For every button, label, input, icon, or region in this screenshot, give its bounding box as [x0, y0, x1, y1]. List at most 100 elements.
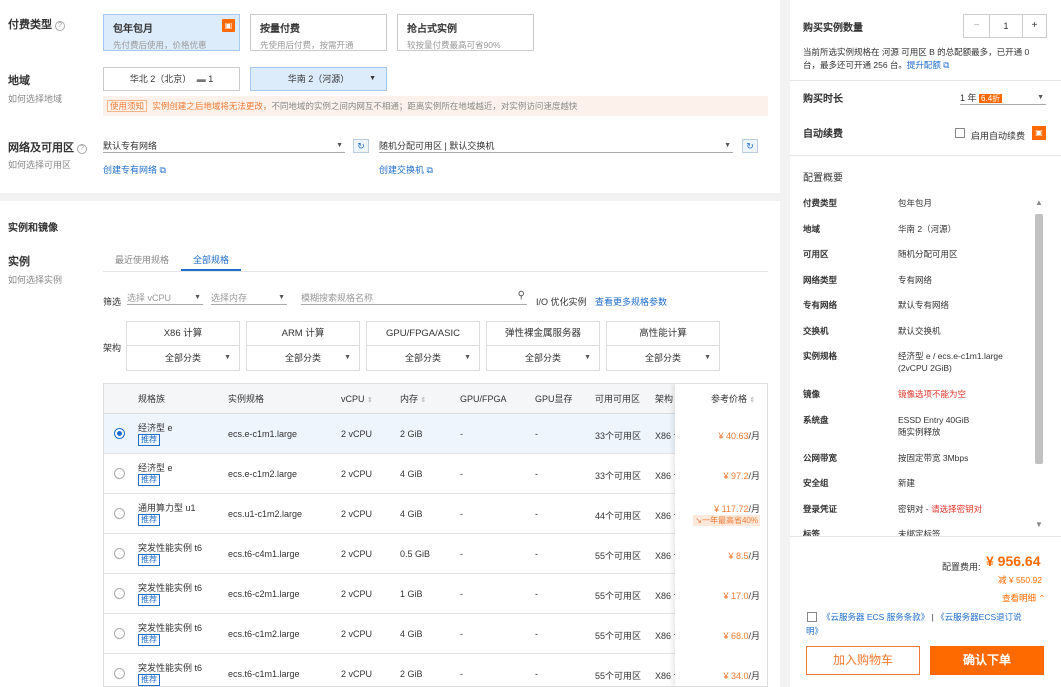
row-vcpu: 2 vCPU — [341, 549, 373, 559]
notice-tag: 使用须知 — [107, 100, 148, 112]
table-row[interactable]: 突发性能实例 t6 推荐 ecs.t6-c2m1.large 2 vCPU 1 GiB -… — [104, 574, 767, 614]
row-mem: 2 GiB — [400, 669, 423, 679]
auto-renew-checkbox[interactable] — [955, 128, 965, 138]
summary-bottom-divider — [790, 536, 1061, 537]
summary-key: 镜像 — [803, 389, 821, 399]
vswitch-select[interactable]: 随机分配可用区 | 默认交换机 ▼ — [379, 139, 733, 153]
summary-key: 交换机 — [803, 325, 829, 336]
scroll-thumb — [1035, 214, 1043, 464]
summary-value: 按固定带宽 3Mbps — [898, 452, 969, 463]
row-gpu: - — [460, 549, 463, 559]
row-radio[interactable] — [114, 588, 125, 599]
summary-scrollbar[interactable]: ▲ ▼ — [1034, 198, 1044, 532]
notice-text: 不同地域的实例之间内网互不相通；距离实例所在地域越近，对实例访问速度越快 — [271, 101, 578, 111]
table-row[interactable]: 突发性能实例 t6 推荐 ecs.t6-c4m1.large 2 vCPU 0.5 Gi… — [104, 534, 767, 574]
row-family: 突发性能实例 t6 — [138, 663, 203, 673]
chevron-down-icon: ▼ — [336, 142, 343, 149]
billing-option-payg[interactable]: 按量付费 先使用后付费，按需开通 — [250, 14, 387, 51]
network-label: 网络及可用区? — [8, 139, 87, 155]
discount-badge: 6.4折 — [979, 94, 1003, 103]
row-spec: ecs.t6-c2m1.large — [228, 589, 300, 599]
billing-option-subscription[interactable]: 包年包月 先付费后使用，价格优惠 ▣ — [103, 14, 240, 51]
summary-value: 专有网络 — [898, 274, 933, 285]
view-detail-link[interactable]: 查看明细 ⌃ — [1002, 592, 1046, 604]
row-mem: 1 GiB — [400, 589, 423, 599]
summary-value: 经济型 e / ecs.e-c1m1.large (2vCPU 2GiB) — [898, 351, 1003, 373]
table-row[interactable]: 突发性能实例 t6 推荐 ecs.t6-c1m2.large 2 vCPU 4 GiB -… — [104, 614, 767, 654]
row-mem: 4 GiB — [400, 629, 423, 639]
summary-value: 镜像选项不能为空 — [898, 389, 967, 399]
confirm-order-button[interactable]: 确认下单 — [930, 646, 1044, 675]
row-zones: 55个可用区 — [595, 591, 642, 601]
terms-link-2[interactable]: 《云服务器ECS退订说 — [936, 612, 1021, 622]
row-gmem: - — [535, 589, 538, 599]
billing-label: 付费类型? — [8, 16, 65, 32]
summary-key: 地域 — [803, 223, 821, 234]
help-icon[interactable]: ? — [77, 144, 87, 154]
row-vcpu: 2 vCPU — [341, 589, 373, 599]
row-zones: 55个可用区 — [595, 671, 642, 681]
region-label: 地域 — [8, 75, 30, 87]
duration-select[interactable]: 1 年 6.4折 ▼ — [960, 91, 1046, 105]
billing-option-spot[interactable]: 抢占式实例 较按量付费最高可省90% — [397, 14, 534, 51]
summary-value: 未绑定标签 — [898, 529, 941, 536]
terms-checkbox[interactable] — [807, 612, 817, 622]
summary-value: ESSD Entry 40GiB 随实例释放 — [898, 414, 970, 437]
row-spec: ecs.t6-c4m1.large — [228, 549, 300, 559]
region-help-link[interactable]: 如何选择地域 — [8, 92, 62, 105]
recommend-badge: 推荐 — [138, 554, 160, 566]
summary-value: 华南 2（河源） — [898, 223, 957, 234]
network-help-link[interactable]: 如何选择可用区 — [8, 158, 71, 171]
raise-quota-link[interactable]: 提升配额 — [907, 60, 941, 70]
summary-value: 默认交换机 — [898, 325, 941, 336]
row-radio[interactable] — [114, 548, 125, 559]
row-spec: ecs.t6-c1m2.large — [228, 629, 300, 639]
qty-value[interactable]: 1 — [990, 15, 1022, 37]
row-gmem: - — [535, 669, 538, 679]
summary-key: 实例规格 — [803, 351, 838, 361]
minus-button[interactable]: − — [964, 15, 990, 37]
add-to-cart-button[interactable]: 加入购物车 — [806, 646, 920, 675]
refresh-vpc-icon[interactable]: ↻ — [353, 139, 369, 153]
region-option-beijing[interactable]: 华北 2（北京） ▬ 1 — [103, 67, 240, 91]
summary-key: 可用区 — [803, 249, 829, 259]
plus-button[interactable]: + — [1022, 15, 1046, 37]
recommend-badge: 推荐 — [138, 674, 160, 686]
qty-stepper[interactable]: − 1 + — [963, 14, 1047, 38]
summary-key: 付费类型 — [803, 198, 838, 208]
fee-value: ¥ 956.64 — [986, 553, 1041, 569]
panel-divider — [790, 155, 1061, 156]
region-notice: 使用须知 实例创建之后地域将无法更改，不同地域的实例之间内网互不相通；距离实例所… — [103, 96, 768, 116]
recommend-badge: 推荐 — [138, 594, 160, 606]
auto-renew-label: 自动续费 — [803, 129, 843, 140]
summary-key: 系统盘 — [803, 414, 829, 425]
gift-icon: ▣ — [222, 19, 235, 32]
refresh-vswitch-icon[interactable]: ↻ — [742, 139, 758, 153]
region-option-heyuan[interactable]: 华南 2（河源） ▼ — [250, 67, 387, 91]
create-vpc-link[interactable]: 创建专有网络 ⧉ — [103, 163, 166, 176]
row-gmem: - — [535, 549, 538, 559]
row-gpu: - — [460, 589, 463, 599]
row-radio[interactable] — [114, 668, 125, 679]
summary-value: 默认专有网络 — [898, 300, 950, 310]
create-vswitch-link[interactable]: 创建交换机 ⧉ — [379, 163, 433, 176]
vpc-select[interactable]: 默认专有网络 ▼ — [103, 139, 345, 153]
row-zones: 55个可用区 — [595, 551, 642, 561]
flag-icon: ▬ — [196, 74, 206, 84]
summary-value: 密钥对 - 请选择密钥对 — [898, 503, 983, 514]
help-icon[interactable]: ? — [55, 21, 65, 31]
external-link-icon: ⧉ — [943, 60, 950, 70]
terms-link-2-cont[interactable]: 明》 — [806, 625, 823, 637]
qty-label: 购买实例数量 — [803, 23, 863, 34]
panel-divider — [790, 80, 1061, 81]
row-zones: 55个可用区 — [595, 631, 642, 641]
auto-renew-check-label[interactable]: 启用自动续费 — [971, 129, 1025, 142]
external-link-icon: ⧉ — [159, 165, 166, 175]
summary-key: 网络类型 — [803, 274, 838, 285]
terms-link-1[interactable]: 《云服务器 ECS 服务条款》 — [822, 612, 929, 622]
row-radio[interactable] — [114, 628, 125, 639]
fee-label: 配置费用: — [942, 562, 981, 572]
duration-label: 购买时长 — [803, 94, 843, 105]
row-gpu: - — [460, 629, 463, 639]
table-row[interactable]: 突发性能实例 t6 推荐 ecs.t6-c1m1.large 2 vCPU 2 GiB -… — [104, 654, 767, 686]
